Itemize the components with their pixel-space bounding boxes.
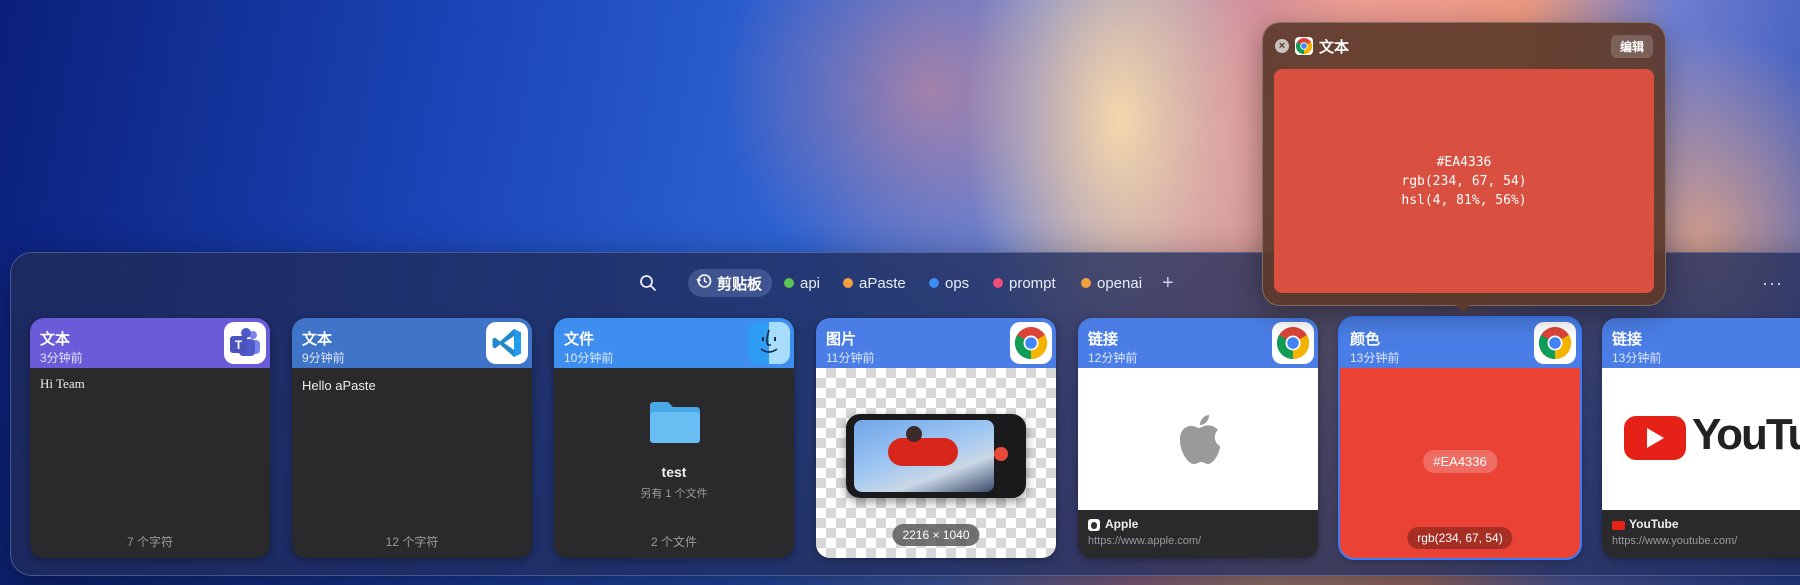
- card-body: test 另有 1 个文件 2 个文件: [554, 368, 794, 558]
- card-time: 10分钟前: [564, 351, 614, 365]
- svg-text:T: T: [235, 338, 243, 352]
- card-header: 图片 11分钟前: [816, 318, 1056, 368]
- teams-icon: T: [224, 322, 266, 364]
- card-header: 文件 10分钟前: [554, 318, 794, 368]
- card-body: Hello aPaste 12 个字符: [292, 368, 532, 558]
- tag-dot-blue: [929, 278, 939, 288]
- color-preview: #EA4336 rgb(234, 67, 54) hsl(4, 81%, 56%…: [1274, 69, 1654, 293]
- card-type: 链接: [1612, 331, 1643, 348]
- preview-popover: × 文本 编辑 #EA4336 rgb(234, 67, 54) hsl(4, …: [1262, 22, 1666, 306]
- clip-card-color[interactable]: 颜色 13分钟前 #EA4336 rgb(234, 67, 54): [1338, 316, 1582, 560]
- file-name: test: [661, 464, 687, 480]
- link-url: https://www.youtube.com/: [1612, 535, 1738, 547]
- clip-card-file[interactable]: 文件 10分钟前 test 另有 1 个文件 2 个文件: [554, 318, 794, 558]
- card-type: 文本: [302, 331, 333, 348]
- link-url: https://www.apple.com/: [1088, 535, 1202, 547]
- apple-logo-icon: [1174, 412, 1222, 473]
- card-header: 链接 12分钟前: [1078, 318, 1318, 368]
- clip-card-image[interactable]: 图片 11分钟前 2216 × 1040: [816, 318, 1056, 558]
- add-tag-icon[interactable]: +: [1162, 268, 1174, 298]
- tag-dot-orange: [843, 278, 853, 288]
- link-preview: [1078, 368, 1318, 510]
- card-time: 13分钟前: [1350, 351, 1400, 365]
- youtube-wordmark: YouTube: [1692, 410, 1800, 459]
- card-body: Apple https://www.apple.com/: [1078, 368, 1318, 558]
- apple-site-icon: [1088, 519, 1100, 531]
- card-type: 图片: [826, 331, 857, 348]
- finder-icon: [748, 322, 790, 364]
- tab-clipboard-label: 剪贴板: [717, 275, 763, 293]
- tab-apaste-label: aPaste: [859, 274, 906, 292]
- chrome-icon: [1272, 322, 1314, 364]
- card-type: 文本: [40, 331, 71, 348]
- chrome-icon: [1534, 322, 1576, 364]
- card-time: 13分钟前: [1612, 351, 1662, 365]
- youtube-logo-icon: [1624, 416, 1686, 460]
- tab-apaste[interactable]: aPaste: [843, 268, 906, 298]
- file-subtitle: 另有 1 个文件: [640, 488, 708, 500]
- card-type: 链接: [1088, 331, 1119, 348]
- color-swatch: #EA4336 rgb(234, 67, 54): [1340, 368, 1580, 558]
- tab-openai-label: openai: [1097, 274, 1143, 292]
- link-title: Apple: [1105, 517, 1139, 531]
- close-icon[interactable]: ×: [1275, 39, 1289, 53]
- card-time: 3分钟前: [40, 351, 83, 365]
- char-count: 12 个字符: [385, 535, 439, 549]
- search-icon[interactable]: [636, 268, 660, 298]
- tab-prompt[interactable]: prompt: [993, 268, 1056, 298]
- history-icon: [696, 273, 712, 293]
- card-header: 文本 3分钟前 T: [30, 318, 270, 368]
- tab-prompt-label: prompt: [1009, 274, 1056, 292]
- phone-image: [846, 414, 1026, 498]
- card-type: 文件: [564, 331, 595, 348]
- tab-ops-label: ops: [945, 274, 970, 292]
- clip-text: Hello aPaste: [302, 378, 376, 393]
- color-rgb-label: rgb(234, 67, 54): [1407, 527, 1513, 549]
- link-preview: YouTube: [1602, 368, 1800, 510]
- tag-dot-pink: [993, 278, 1003, 288]
- color-rgb-value: rgb(234, 67, 54): [1401, 173, 1527, 189]
- card-body: YouTube YouTube https://www.youtube.com/: [1602, 368, 1800, 558]
- more-options-icon[interactable]: ···: [1762, 268, 1783, 298]
- card-time: 12分钟前: [1088, 351, 1138, 365]
- card-header: 文本 9分钟前: [292, 318, 532, 368]
- clip-text: Hi Team: [40, 376, 85, 391]
- chrome-icon: [1010, 322, 1052, 364]
- color-hex-label: #EA4336: [1423, 450, 1497, 473]
- char-count: 7 个字符: [126, 535, 173, 549]
- color-hex-value: #EA4336: [1436, 154, 1492, 170]
- card-body: Hi Team 7 个字符: [30, 368, 270, 558]
- file-count: 2 个文件: [650, 535, 697, 549]
- tag-dot-green: [784, 278, 794, 288]
- edit-button[interactable]: 编辑: [1610, 35, 1653, 58]
- popover-title: 文本: [1319, 39, 1350, 56]
- clip-card-link-apple[interactable]: 链接 12分钟前 Apple https://www.apple.com/: [1078, 318, 1318, 558]
- youtube-site-icon: [1612, 521, 1625, 530]
- link-title: YouTube: [1629, 517, 1679, 531]
- card-type: 颜色: [1350, 331, 1381, 348]
- card-time: 11分钟前: [826, 351, 875, 365]
- clip-card-link-youtube[interactable]: 链接 13分钟前 YouTube YouTube https://www.you…: [1602, 318, 1800, 558]
- card-header: 链接 13分钟前: [1602, 318, 1800, 368]
- tab-ops[interactable]: ops: [929, 268, 969, 298]
- popover-arrow: [1452, 302, 1474, 312]
- clip-card-text-vscode[interactable]: 文本 9分钟前 Hello aPaste 12 个字符: [292, 318, 532, 558]
- tab-clipboard[interactable]: 剪贴板: [688, 269, 773, 297]
- image-dimensions: 2216 × 1040: [892, 524, 980, 546]
- folder-icon: [648, 400, 702, 449]
- card-time: 9分钟前: [302, 351, 345, 365]
- clip-card-text-teams[interactable]: 文本 3分钟前 T Hi Team 7 个字符: [30, 318, 270, 558]
- tab-api-label: api: [800, 274, 821, 292]
- card-header: 颜色 13分钟前: [1340, 318, 1580, 368]
- tab-api[interactable]: api: [784, 268, 820, 298]
- chrome-icon: [1295, 37, 1313, 55]
- color-hsl-value: hsl(4, 81%, 56%): [1401, 192, 1527, 208]
- image-preview: 2216 × 1040: [816, 368, 1056, 558]
- tab-openai[interactable]: openai: [1081, 268, 1142, 298]
- tag-dot-orange: [1081, 278, 1091, 288]
- vscode-icon: [486, 322, 528, 364]
